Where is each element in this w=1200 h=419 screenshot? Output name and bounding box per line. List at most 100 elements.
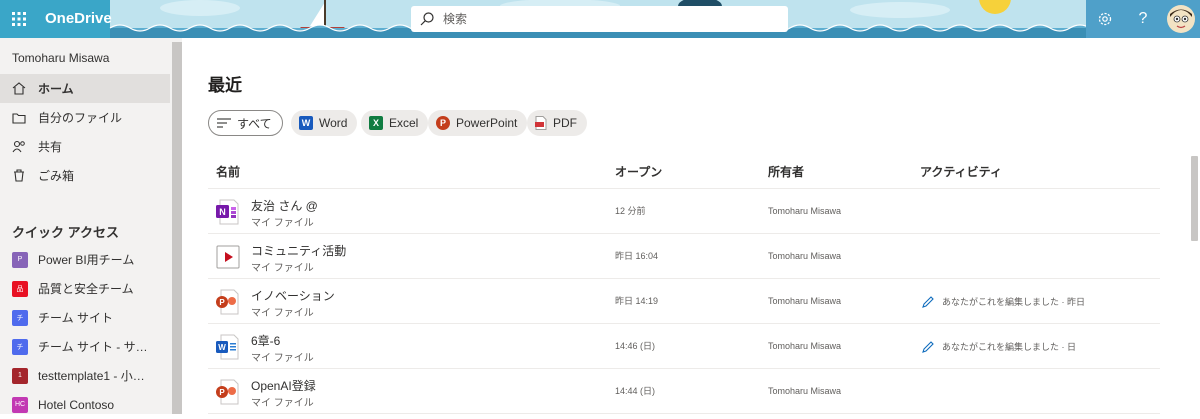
left-navigation: Tomoharu Misawa ホーム 自分のファイル 共有 ごみ箱 クイック … <box>0 38 182 414</box>
excel-icon: X <box>369 116 383 130</box>
filter-all-button[interactable]: すべて <box>208 110 283 136</box>
nav-item-home[interactable]: ホーム <box>0 74 170 103</box>
quick-access-label: 品質と安全チーム <box>38 282 134 296</box>
filter-label: Excel <box>389 116 419 130</box>
filter-label: PDF <box>553 116 577 130</box>
file-owner: Tomoharu Misawa <box>768 251 842 261</box>
account-button[interactable] <box>1162 0 1200 38</box>
nav-item-my-files[interactable]: 自分のファイル <box>0 103 170 132</box>
column-header-owner[interactable]: 所有者 <box>768 163 804 180</box>
filter-label: PowerPoint <box>456 116 518 130</box>
word-icon: W <box>299 116 313 130</box>
quick-access-item[interactable]: P Power BI用チーム <box>0 245 170 274</box>
help-button[interactable]: ? <box>1124 0 1162 38</box>
page-title: 最近 <box>208 76 242 95</box>
filter-pdf-button[interactable]: PDF <box>527 110 587 136</box>
content-scrollbar[interactable] <box>1188 153 1200 414</box>
file-owner: Tomoharu Misawa <box>768 386 842 396</box>
column-header-activity[interactable]: アクティビティ <box>920 163 1002 180</box>
quick-access-item[interactable]: 品 品質と安全チーム <box>0 274 170 303</box>
filter-excel-button[interactable]: X Excel <box>361 110 429 136</box>
edit-pencil-icon <box>922 340 934 353</box>
nav-item-label: 共有 <box>38 140 63 154</box>
quick-access-label: testtemplate1 - 小売ド... <box>38 369 156 383</box>
edit-pencil-icon <box>922 295 934 308</box>
file-name[interactable]: イノベーション <box>251 287 335 304</box>
quick-access-label: チーム サイト <box>38 311 113 325</box>
filter-icon <box>217 118 231 128</box>
main-content: 最近 すべて W Word X Excel P PowerPoint PDF 名… <box>182 38 1200 414</box>
folder-icon <box>0 112 38 124</box>
file-location: マイ ファイル <box>251 353 314 364</box>
sidebar-scrollbar[interactable] <box>172 42 182 414</box>
quick-access-label: Hotel Contoso <box>38 397 115 412</box>
file-location: マイ ファイル <box>251 218 314 229</box>
file-location: マイ ファイル <box>251 263 314 274</box>
word-file-icon: W <box>216 334 239 360</box>
nav-item-label: ホーム <box>38 82 74 96</box>
search-input[interactable] <box>443 12 773 26</box>
table-row[interactable]: P OpenAI登録 マイ ファイル 14:44 (日) Tomoharu Mi… <box>208 369 1160 414</box>
settings-button[interactable] <box>1086 0 1124 38</box>
file-name[interactable]: 6章-6 <box>251 332 280 349</box>
user-name: Tomoharu Misawa <box>12 51 110 65</box>
nav-item-label: 自分のファイル <box>38 111 123 125</box>
search-box[interactable] <box>411 6 788 32</box>
quick-access-heading: クイック アクセス <box>12 225 119 240</box>
app-launcher-button[interactable] <box>0 0 38 38</box>
filter-label: Word <box>319 116 348 130</box>
svg-text:W: W <box>218 343 226 352</box>
opened-time: 14:44 (日) <box>615 386 656 396</box>
activity-text: あなたがこれを編集しました · 昨日 <box>942 297 1085 307</box>
quick-access-item[interactable]: チ チーム サイト - サイ... <box>0 332 170 361</box>
svg-text:P: P <box>219 388 225 397</box>
table-row[interactable]: コミュニティ活動 マイ ファイル 昨日 16:04 Tomoharu Misaw… <box>208 234 1160 279</box>
opened-time: 14:46 (日) <box>615 341 656 351</box>
nav-item-label: ごみ箱 <box>38 169 75 183</box>
activity: あなたがこれを編集しました · 昨日 <box>922 279 1085 324</box>
site-badge: チ <box>12 338 28 355</box>
opened-time: 昨日 14:19 <box>615 296 659 306</box>
help-icon: ? <box>1138 10 1148 27</box>
onenote-file-icon: N <box>216 199 239 225</box>
file-owner: Tomoharu Misawa <box>768 341 842 351</box>
nav-item-recycle-bin[interactable]: ごみ箱 <box>0 161 170 190</box>
opened-time: 昨日 16:04 <box>615 251 659 261</box>
scrollbar-thumb[interactable] <box>1191 156 1198 241</box>
powerpoint-file-icon: P <box>216 289 239 315</box>
table-row[interactable]: W 6章-6 マイ ファイル 14:46 (日) Tomoharu Misawa… <box>208 324 1160 369</box>
file-name[interactable]: OpenAI登録 <box>251 377 316 394</box>
powerpoint-file-icon: P <box>216 379 239 405</box>
top-right-actions: ? <box>1086 0 1200 38</box>
trash-icon <box>0 169 38 182</box>
app-brand-link[interactable]: OneDrive <box>45 0 112 38</box>
table-row[interactable]: N 友治 さん @ マイ ファイル 12 分前 Tomoharu Misawa <box>208 189 1160 234</box>
quick-access-label: チーム サイト - サイ... <box>38 340 156 354</box>
svg-text:P: P <box>219 298 225 307</box>
file-name[interactable]: 友治 さん @ <box>251 197 318 214</box>
avatar <box>1167 5 1195 33</box>
file-name[interactable]: コミュニティ活動 <box>251 242 346 259</box>
waffle-icon <box>12 12 26 26</box>
pdf-icon <box>535 116 547 130</box>
filter-word-button[interactable]: W Word <box>291 110 358 136</box>
file-location: マイ ファイル <box>251 308 314 319</box>
site-badge: チ <box>12 309 28 326</box>
site-badge: HC <box>12 396 28 413</box>
table-row[interactable]: P イノベーション マイ ファイル 昨日 14:19 Tomoharu Misa… <box>208 279 1160 324</box>
quick-access-item[interactable]: チ チーム サイト <box>0 303 170 332</box>
column-header-name[interactable]: 名前 <box>216 163 240 180</box>
gear-icon <box>1098 12 1112 26</box>
filter-powerpoint-button[interactable]: P PowerPoint <box>428 110 528 136</box>
activity: あなたがこれを編集しました · 日 <box>922 324 1076 369</box>
svg-text:N: N <box>219 207 226 217</box>
quick-access-item[interactable]: HC Hotel Contoso <box>0 390 170 419</box>
powerpoint-icon: P <box>436 116 450 130</box>
quick-access-item[interactable]: 1 testtemplate1 - 小売ド... <box>0 361 170 390</box>
column-header-opened[interactable]: オープン <box>615 163 662 180</box>
search-icon <box>411 12 443 26</box>
nav-item-shared[interactable]: 共有 <box>0 132 170 161</box>
site-badge: P <box>12 251 28 268</box>
file-owner: Tomoharu Misawa <box>768 206 842 216</box>
file-owner: Tomoharu Misawa <box>768 296 842 306</box>
